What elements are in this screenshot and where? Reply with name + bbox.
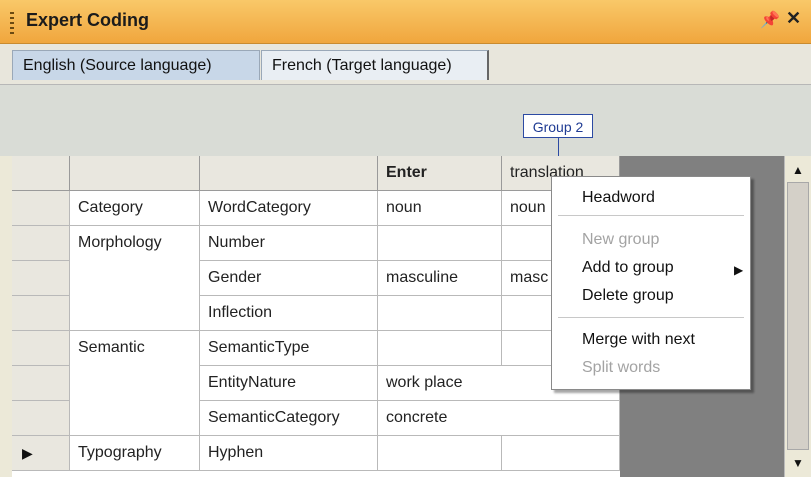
- row-header[interactable]: [12, 261, 70, 296]
- vertical-scrollbar[interactable]: ▲ ▼: [784, 156, 811, 477]
- group-connector: [558, 138, 559, 156]
- row-header[interactable]: [12, 296, 70, 331]
- attribute-cell: Inflection: [200, 296, 378, 331]
- header-attribute: [200, 156, 378, 191]
- category-cell: [70, 366, 200, 401]
- row-header-current[interactable]: ▶: [12, 436, 70, 471]
- tab-source-language[interactable]: English (Source language): [12, 50, 260, 80]
- category-cell: [70, 296, 200, 331]
- grip-icon[interactable]: [10, 12, 14, 34]
- row-header[interactable]: [12, 366, 70, 401]
- language-tabs: English (Source language) French (Target…: [0, 44, 811, 92]
- category-cell: Semantic: [70, 331, 200, 366]
- category-cell: Morphology: [70, 226, 200, 261]
- menu-item-headword[interactable]: Headword: [582, 189, 655, 207]
- menu-item-add-to-group[interactable]: Add to group: [582, 259, 674, 277]
- target-value-cell[interactable]: [502, 436, 620, 471]
- source-value-cell[interactable]: masculine: [378, 261, 502, 296]
- tab-target-language[interactable]: French (Target language): [261, 50, 489, 80]
- attribute-cell: Number: [200, 226, 378, 261]
- coding-grid: Enter translation Category WordCategory …: [12, 156, 620, 477]
- header-source-word[interactable]: Enter: [378, 156, 502, 191]
- category-cell: Typography: [70, 436, 200, 471]
- menu-item-delete-group[interactable]: Delete group: [582, 287, 674, 305]
- title-bar: Expert Coding 📌 ✕: [0, 0, 811, 44]
- source-value-cell[interactable]: concrete: [378, 401, 620, 436]
- source-value-cell[interactable]: [378, 296, 502, 331]
- group-label[interactable]: Group 2: [523, 114, 593, 138]
- group-zone: Group 2: [0, 92, 811, 156]
- menu-item-new-group: New group: [582, 231, 660, 248]
- attribute-cell: SemanticType: [200, 331, 378, 366]
- row-header[interactable]: [12, 331, 70, 366]
- menu-separator: [558, 317, 744, 318]
- close-icon[interactable]: ✕: [786, 8, 801, 29]
- scroll-thumb[interactable]: [787, 182, 809, 450]
- row-header[interactable]: [12, 401, 70, 436]
- row-header[interactable]: [12, 191, 70, 226]
- current-row-pointer-icon: ▶: [22, 445, 33, 461]
- source-value-cell[interactable]: [378, 331, 502, 366]
- category-cell: Category: [70, 191, 200, 226]
- attribute-cell: SemanticCategory: [200, 401, 378, 436]
- scroll-down-icon[interactable]: ▼: [785, 451, 811, 475]
- window-title: Expert Coding: [26, 10, 150, 30]
- attribute-cell: Hyphen: [200, 436, 378, 471]
- source-value-cell[interactable]: [378, 436, 502, 471]
- source-value-cell[interactable]: [378, 226, 502, 261]
- header-rowhdr: [12, 156, 70, 191]
- scroll-up-icon[interactable]: ▲: [785, 158, 811, 182]
- pin-icon[interactable]: 📌: [760, 10, 780, 30]
- attribute-cell: WordCategory: [200, 191, 378, 226]
- attribute-cell: EntityNature: [200, 366, 378, 401]
- tab-strip: English (Source language) French (Target…: [0, 44, 811, 85]
- source-value-cell[interactable]: noun: [378, 191, 502, 226]
- context-menu: Headword New group Add to group ▶ Delete…: [551, 176, 751, 390]
- category-cell: [70, 401, 200, 436]
- category-cell: [70, 261, 200, 296]
- menu-separator: [558, 215, 744, 216]
- menu-item-split-words: Split words: [582, 359, 661, 376]
- menu-item-merge-with-next[interactable]: Merge with next: [582, 331, 695, 349]
- attribute-cell: Gender: [200, 261, 378, 296]
- submenu-arrow-icon: ▶: [734, 263, 744, 277]
- header-category: [70, 156, 200, 191]
- row-header[interactable]: [12, 226, 70, 261]
